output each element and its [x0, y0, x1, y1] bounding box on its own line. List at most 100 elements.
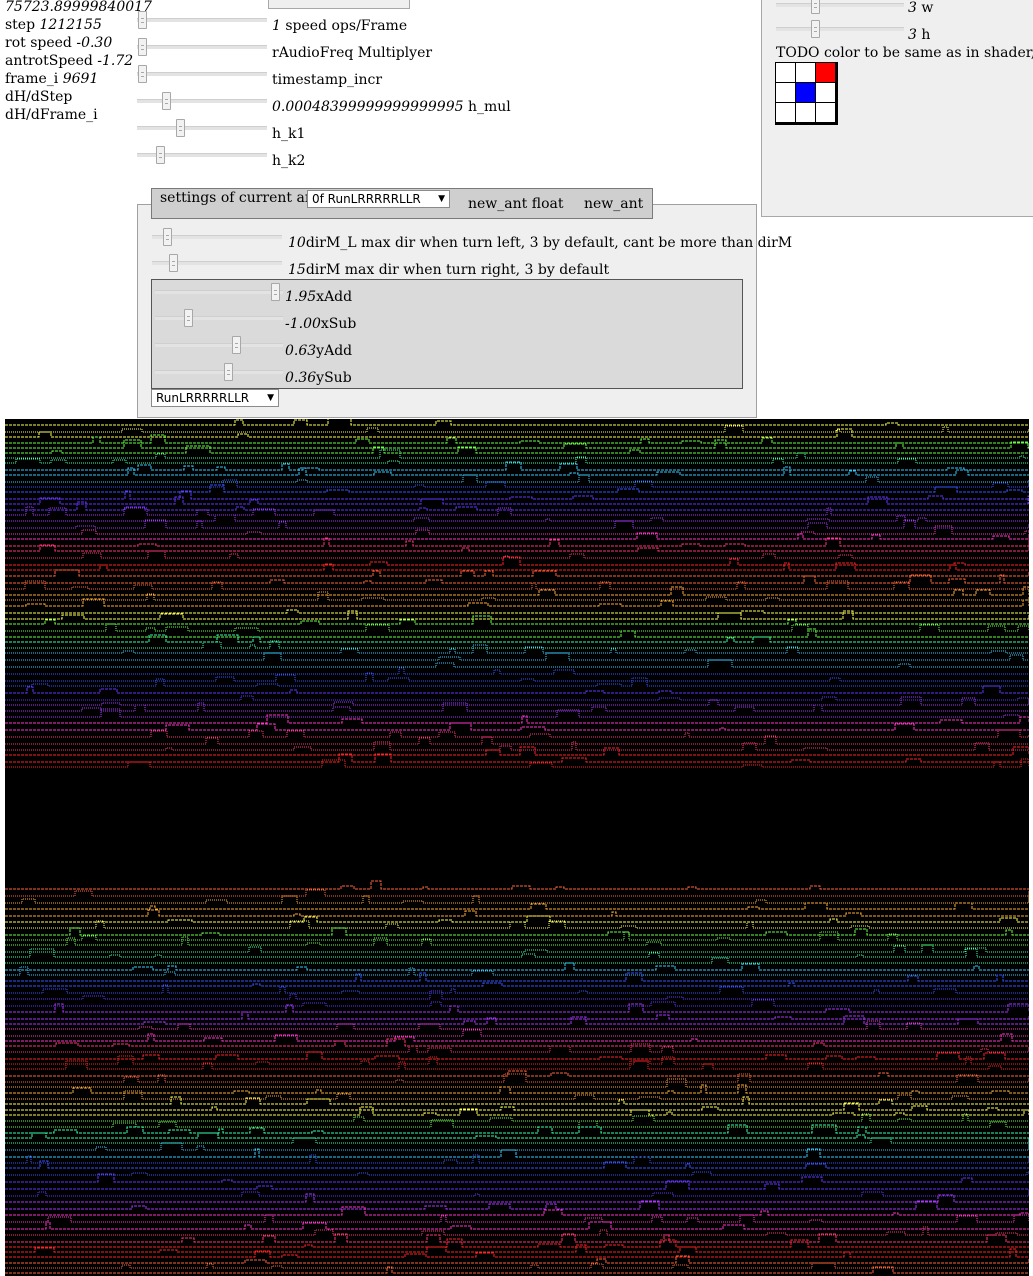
grid-cell[interactable] [796, 103, 815, 122]
slider-thumb[interactable] [811, 0, 820, 14]
new-ant-button[interactable]: new_ant [584, 195, 643, 213]
h-k1-slider[interactable] [137, 119, 267, 137]
timestamp-incr-slider[interactable] [137, 65, 267, 83]
ant-trail [5, 1137, 1029, 1144]
ysub-slider[interactable] [155, 363, 283, 381]
ant-trail [5, 667, 1029, 675]
ant-trail [5, 428, 1029, 438]
yadd-label: 0.63yAdd [285, 343, 353, 359]
ant-trail [5, 1078, 1029, 1088]
ant-trail [5, 1084, 1029, 1094]
grid-cell[interactable] [796, 63, 815, 82]
ant-trail [5, 1214, 1029, 1223]
ant-trail [5, 419, 1029, 426]
ant-trail [5, 591, 1029, 601]
ant-trail [5, 1020, 1029, 1030]
slider-thumb[interactable] [169, 254, 178, 272]
xadd-label: 1.95xAdd [285, 289, 353, 305]
ant-trail [5, 623, 1029, 632]
ant-trail [5, 1154, 1029, 1164]
slider-thumb[interactable] [138, 65, 147, 83]
slider-thumb[interactable] [138, 11, 147, 29]
yadd-slider[interactable] [155, 336, 283, 354]
h-mul-label: 0.00048399999999999995 h_mul [272, 99, 511, 115]
slider-thumb[interactable] [162, 92, 171, 110]
grid-cell[interactable] [816, 63, 835, 82]
ant-trail [5, 982, 1029, 987]
ant-trail [5, 501, 1029, 511]
ant-trail [5, 425, 1029, 433]
ant-trail [5, 1051, 1029, 1060]
ant-select[interactable]: 0f RunLRRRRRLLR ▼ [307, 190, 450, 208]
top-button[interactable] [268, 0, 410, 9]
ant-trail [5, 484, 1029, 493]
audio-freq-slider[interactable] [137, 38, 267, 56]
todo-note: TODO color to be same as in shader, sam [776, 45, 1033, 61]
h-k2-slider[interactable] [137, 146, 267, 164]
ant-trail [5, 1011, 1029, 1020]
ant-trail [5, 514, 1029, 522]
ant-trail [5, 439, 1029, 449]
ant-trail [5, 999, 1029, 1007]
ant-trail [5, 562, 1029, 571]
ant-trail [5, 1003, 1029, 1013]
ant-trail [5, 506, 1029, 516]
xadd-slider[interactable] [155, 283, 283, 301]
ant-trail [5, 957, 1029, 964]
speed-slider[interactable] [137, 11, 267, 29]
ant-trail [5, 615, 1029, 625]
grid-cell[interactable] [776, 63, 795, 82]
antrot-speed-readout: antrotSpeed -1.72 [5, 53, 134, 69]
rule-select[interactable]: RunLRRRRRLLR ▼ [151, 389, 279, 407]
ant-trail [5, 1226, 1029, 1236]
h-slider[interactable] [776, 20, 904, 38]
grid-cell[interactable] [816, 103, 835, 122]
ant-trail [5, 1142, 1029, 1151]
ant-trail [5, 962, 1029, 971]
ant-trail [5, 466, 1029, 476]
simulation-canvas[interactable] [5, 419, 1029, 1276]
slider-thumb[interactable] [156, 146, 165, 164]
ant-trail [5, 948, 1029, 958]
xsub-slider[interactable] [155, 309, 283, 327]
dirm-slider[interactable] [152, 254, 282, 272]
ant-trail [5, 479, 1029, 488]
grid-cell[interactable] [816, 83, 835, 102]
h-k1-label: h_k1 [272, 126, 306, 142]
ant-trail [5, 708, 1029, 718]
w-slider[interactable] [776, 0, 904, 14]
ant-trail [5, 729, 1029, 738]
slider-thumb[interactable] [224, 363, 233, 381]
ant-trail [5, 695, 1029, 701]
h-label: 3 h [908, 27, 931, 43]
grid-cell[interactable] [776, 103, 795, 122]
ant-trail [5, 889, 1029, 897]
stats-panel: 75723.89999840017 step 1212155 rot speed… [5, 0, 152, 124]
ant-trail [5, 990, 1029, 1000]
slider-thumb[interactable] [163, 228, 172, 246]
dh-dstep-label: dH/dStep [5, 89, 73, 105]
slider-thumb[interactable] [176, 119, 185, 137]
dropdown-arrow-icon: ▼ [267, 393, 274, 403]
ant-trail [5, 659, 1029, 668]
slider-thumb[interactable] [184, 309, 193, 327]
ant-trail [5, 634, 1029, 643]
grid-cell[interactable] [776, 83, 795, 102]
grid-cell[interactable] [796, 83, 815, 102]
slider-thumb[interactable] [138, 38, 147, 56]
ant-trail [5, 696, 1029, 706]
color-grid[interactable] [775, 62, 838, 125]
new-ant-float-button[interactable]: new_ant float [468, 195, 563, 213]
dirml-slider[interactable] [152, 228, 282, 246]
audio-freq-label: rAudioFreq Multiplyer [272, 45, 433, 61]
ant-trail [5, 702, 1029, 712]
ant-trail [5, 1171, 1029, 1176]
slider-thumb[interactable] [271, 283, 280, 301]
ant-trail [5, 685, 1029, 694]
slider-thumb[interactable] [811, 20, 820, 38]
ant-trail [5, 525, 1029, 535]
ant-trail [5, 1106, 1029, 1116]
h-mul-slider[interactable] [137, 92, 267, 110]
ant-trail [5, 474, 1029, 483]
slider-thumb[interactable] [232, 336, 241, 354]
